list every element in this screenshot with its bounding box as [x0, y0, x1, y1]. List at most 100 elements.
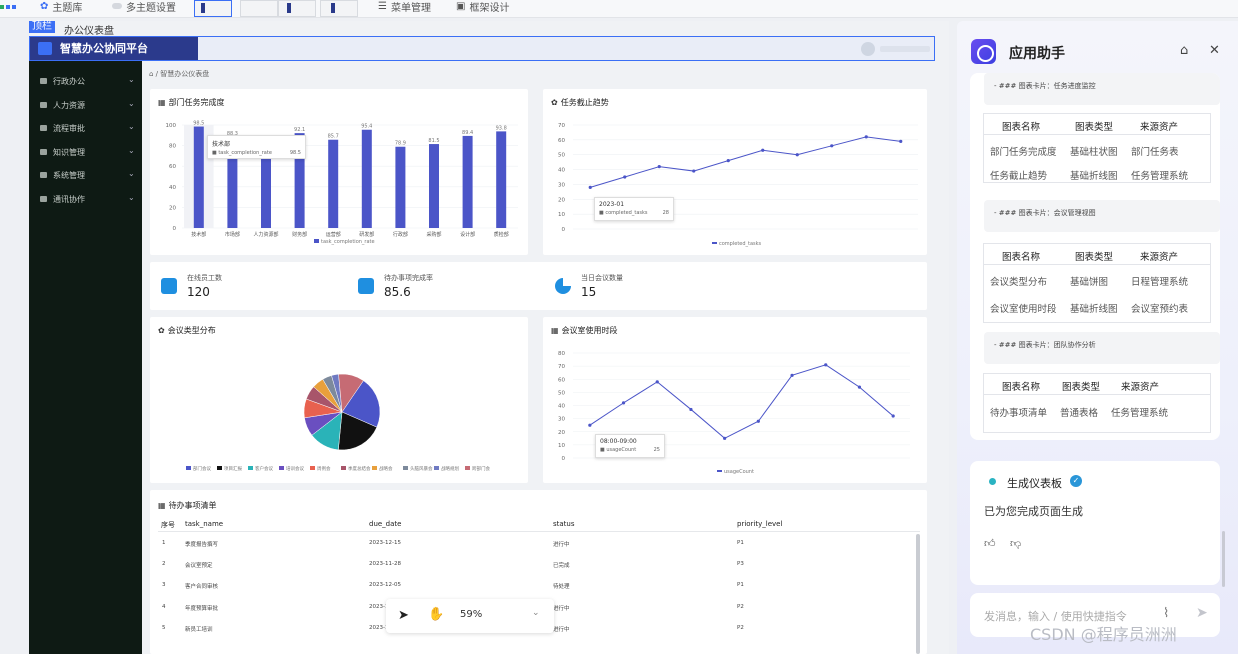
menu-management-button[interactable]: ☰ 菜单管理	[378, 0, 431, 14]
card-title: ▦ 待办事项清单	[158, 500, 217, 511]
data-point	[857, 385, 862, 389]
sidebar-item-knowledge[interactable]: 知识管理 ⌄	[29, 145, 142, 159]
column-header: 来源资产	[1140, 122, 1179, 133]
x-tick-label: 行政部	[393, 231, 408, 238]
stat-value: 15	[581, 285, 597, 299]
table-cell: 待处理	[553, 584, 570, 590]
data-label: 81.5	[428, 138, 439, 144]
frame-design-label: 框架设计	[469, 2, 510, 14]
multi-theme-button[interactable]: 多主题设置	[112, 0, 176, 14]
briefcase-icon[interactable]: ⌂	[1180, 43, 1188, 58]
legend-swatch	[217, 466, 222, 470]
user-name-placeholder	[880, 46, 930, 52]
thumbs-up-icon[interactable]: 👍︎	[984, 537, 996, 550]
markdown-heading: - ### 图表卡片：会议管理视图	[984, 200, 1220, 232]
column-header[interactable]: status	[553, 520, 575, 528]
chevron-down-icon: ⌄	[532, 608, 540, 618]
table-cell: P3	[737, 561, 744, 567]
legend-label: 周例会	[317, 465, 331, 472]
tooltip-value: 28	[662, 210, 669, 216]
pointer-tool-icon[interactable]: ➤	[398, 608, 409, 623]
theme-library-label: 主题库	[52, 2, 83, 14]
bar	[361, 129, 372, 228]
table-cell: P1	[737, 540, 744, 546]
send-icon[interactable]: ➤	[1196, 605, 1208, 621]
toggle-icon	[112, 3, 122, 9]
table-cell: 1	[162, 540, 166, 546]
pie-chart[interactable]: 部门会议 项目汇报 客户会议 培训会议 周例会 季度总结会 战略会 头脑风暴会 战略规划 跨部门会	[150, 317, 528, 483]
watermark: CSDN @程序员洲洲	[1030, 625, 1177, 644]
x-tick-label: 质检部	[494, 231, 509, 238]
legend-label: 培训会议	[286, 465, 304, 472]
x-tick-label: 技术部	[191, 231, 206, 238]
column-header[interactable]: 序号	[161, 520, 175, 530]
close-icon[interactable]: ✕	[1209, 43, 1220, 58]
column-header[interactable]: task_name	[185, 520, 223, 528]
y-tick-label: 60	[558, 138, 565, 144]
menu-icon: ☰	[378, 0, 387, 12]
table-cell: 2	[162, 561, 166, 567]
column-header: 来源资产	[1121, 382, 1160, 393]
legend-label: usageCount	[724, 469, 754, 475]
hand-tool-icon[interactable]: ✋	[428, 607, 444, 622]
sidebar-item-label: 流程审批	[53, 124, 85, 133]
data-point	[795, 153, 799, 157]
layout-thumbnail-2[interactable]	[240, 0, 278, 17]
panel-scrollbar[interactable]	[1222, 531, 1225, 587]
bar	[462, 135, 473, 228]
breadcrumb: ⌂ / 智慧办公仪表盘	[149, 70, 210, 78]
table-cell: 会议室使用时段	[990, 304, 1057, 315]
folder-icon	[40, 149, 47, 155]
stat-label: 在线员工数	[187, 274, 222, 282]
sidebar-item-system[interactable]: 系统管理 ⌄	[29, 168, 142, 182]
attachment-icon[interactable]: ⌇	[1163, 606, 1169, 621]
table-cell: 已完成	[553, 563, 570, 569]
bar	[395, 146, 406, 228]
markdown-heading: - ### 图表卡片：任务进度监控	[984, 73, 1220, 105]
page-tab[interactable]: 办公仪表盘	[64, 22, 114, 37]
chevron-down-icon: ⌄	[128, 146, 135, 155]
trend-line-chart[interactable]: 0 10 20 30 40 50 60 70 completed_tasks	[543, 89, 927, 255]
room-usage-line-chart[interactable]: 0 10 20 30 40 50 60 70 80 usageCount	[543, 317, 927, 483]
legend-label: 战略会	[379, 465, 393, 472]
stats-card: 在线员工数 120 待办事项完成率 85.6 当日会议数量 15	[150, 262, 927, 310]
data-point	[723, 436, 727, 440]
column-header: 图表名称	[1002, 252, 1041, 263]
column-header: 图表类型	[1075, 122, 1114, 133]
check-icon: ✓	[1070, 475, 1082, 487]
x-tick-label: 运营部	[326, 231, 341, 238]
table-cell: 基础饼图	[1070, 277, 1109, 288]
chart-list-table: 图表名称 图表类型 来源资产 待办事项清单 普通表格 任务管理系统	[983, 373, 1211, 433]
zoom-select[interactable]: 59% ⌄	[452, 604, 548, 628]
column-header[interactable]: due_date	[369, 520, 401, 528]
thumbs-down-icon[interactable]: 👎︎	[1010, 537, 1021, 550]
data-label: 92.1	[294, 127, 305, 133]
sidebar-item-comm[interactable]: 通讯协作 ⌄	[29, 192, 142, 206]
x-tick-label: 设计部	[460, 231, 475, 238]
multi-theme-label: 多主题设置	[126, 2, 176, 14]
layout-thumbnail-3[interactable]	[278, 0, 316, 17]
table-cell: 基础折线图	[1070, 304, 1118, 315]
thumbnail-bar	[201, 3, 205, 13]
table-cell: 5	[162, 625, 166, 631]
bar-chart[interactable]: 02040608010098.5技术部88.3市场部人力资源部92.1财务部85…	[150, 89, 528, 255]
column-header[interactable]: priority_level	[737, 520, 782, 528]
pie-icon	[555, 278, 571, 294]
column-header: 图表名称	[1002, 122, 1041, 133]
column-header: 图表类型	[1075, 252, 1114, 263]
frame-design-button[interactable]: ▣ 框架设计	[456, 0, 510, 14]
app-header[interactable]: 智慧办公协同平台	[29, 36, 935, 61]
sidebar-item-admin[interactable]: 行政办公 ⌄	[29, 74, 142, 88]
table-scrollbar[interactable]	[916, 534, 920, 654]
avatar[interactable]	[861, 42, 875, 56]
y-tick-label: 0	[562, 227, 566, 233]
sidebar-item-approval[interactable]: 流程审批 ⌄	[29, 121, 142, 135]
table-cell: P2	[737, 604, 744, 610]
room-usage-card: ▦ 会议室使用时段 0 10 20 30 40 50 60 70 80 usageCount 08:…	[543, 317, 927, 483]
layout-thumbnail-4[interactable]	[320, 0, 358, 17]
layout-thumbnail-1[interactable]	[194, 0, 232, 17]
legend-label: task_completion_rate	[321, 239, 375, 245]
theme-library-button[interactable]: ✿ 主题库	[40, 0, 83, 14]
legend-label: 季度总结会	[348, 465, 371, 472]
sidebar-item-hr[interactable]: 人力资源 ⌄	[29, 98, 142, 112]
